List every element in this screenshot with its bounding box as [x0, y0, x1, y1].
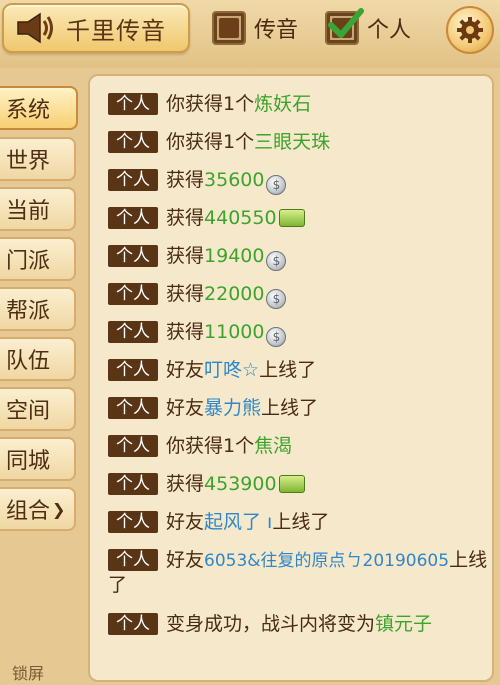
message-row: 个人 好友叮咚☆上线了 [108, 358, 488, 382]
personal-tag: 个人 [108, 321, 158, 343]
personal-tag: 个人 [108, 359, 158, 381]
tab-city[interactable]: 同城 [0, 437, 76, 481]
item-link[interactable]: 焦渴 [254, 435, 292, 457]
checkmark-icon [328, 8, 364, 38]
checkbox-chuanyin-label: 传音 [254, 18, 299, 43]
friend-link[interactable]: 6053&往复的原点ㄅ20190605 [204, 551, 449, 571]
message-row: 个人 获得453900 [108, 472, 488, 496]
chevron-right-icon: ❯ [52, 499, 66, 519]
personal-tag: 个人 [108, 549, 158, 571]
message-panel: 个人 你获得1个炼妖石 个人 你获得1个三眼天珠 个人 获得35600 $ 个人 获得44… [88, 74, 494, 682]
message-row: 个人 你获得1个炼妖石 [108, 92, 488, 116]
personal-tag: 个人 [108, 283, 158, 305]
message-row: 个人 获得440550 [108, 206, 488, 230]
tab-world[interactable]: 世界 [0, 137, 76, 181]
friend-link[interactable]: 叮咚☆ [204, 359, 259, 381]
checkbox-chuanyin-box[interactable] [212, 11, 246, 45]
horn-label: 千里传音 [66, 16, 166, 45]
message-row: 个人 你获得1个焦渴 [108, 434, 488, 458]
personal-tag: 个人 [108, 473, 158, 495]
personal-tag: 个人 [108, 397, 158, 419]
tab-system[interactable]: 系统 [0, 86, 78, 130]
message-row: 个人 变身成功，战斗内将变为镇元子 [108, 612, 488, 636]
tab-guild[interactable]: 帮派 [0, 287, 76, 331]
friend-link[interactable]: 暴力熊 [204, 397, 261, 419]
tab-combo[interactable]: 组合 ❯ [0, 487, 76, 531]
item-link[interactable]: 炼妖石 [254, 93, 311, 115]
coin-icon: $ [266, 327, 287, 347]
tab-current[interactable]: 当前 [0, 187, 76, 231]
horn-icon [12, 8, 56, 48]
coin-icon: $ [266, 289, 287, 309]
tab-sect[interactable]: 门派 [0, 237, 76, 281]
checkbox-geren[interactable]: 个人 [325, 8, 411, 48]
personal-tag: 个人 [108, 613, 158, 635]
message-row: 个人 好友起风了 ı上线了 [108, 510, 488, 534]
checkbox-geren-label: 个人 [367, 18, 412, 43]
personal-tag: 个人 [108, 245, 158, 267]
item-link[interactable]: 镇元子 [375, 613, 432, 635]
message-row: 个人 获得35600 $ [108, 168, 488, 195]
message-row: 个人 获得11000 $ [108, 320, 488, 347]
top-bar: 千里传音 传音 个人 [0, 0, 500, 68]
personal-tag: 个人 [108, 131, 158, 153]
message-row: 个人 好友6053&往复的原点ㄅ20190605上线了 [108, 549, 488, 596]
exp-icon [278, 475, 305, 493]
lock-screen-button[interactable]: 锁屏 [12, 660, 44, 684]
personal-tag: 个人 [108, 435, 158, 457]
personal-tag: 个人 [108, 207, 158, 229]
message-row: 个人 获得19400 $ [108, 244, 488, 271]
message-row: 个人 获得22000 $ [108, 282, 488, 309]
personal-tag: 个人 [108, 93, 158, 115]
coin-icon: $ [266, 175, 287, 195]
friend-link[interactable]: 起风了 ı [204, 511, 272, 533]
personal-tag: 个人 [108, 511, 158, 533]
message-row: 个人 好友暴力熊上线了 [108, 396, 488, 420]
horn-button[interactable]: 千里传音 [2, 3, 190, 53]
exp-icon [278, 209, 305, 227]
checkbox-chuanyin[interactable]: 传音 [212, 8, 298, 48]
message-row: 个人 你获得1个三眼天珠 [108, 130, 488, 154]
personal-tag: 个人 [108, 169, 158, 191]
checkbox-geren-box[interactable] [325, 8, 364, 45]
coin-icon: $ [266, 251, 287, 271]
tab-team[interactable]: 队伍 [0, 337, 76, 381]
tab-space[interactable]: 空间 [0, 387, 76, 431]
settings-button[interactable] [446, 6, 494, 54]
gear-icon [457, 17, 483, 43]
item-link[interactable]: 三眼天珠 [254, 131, 330, 153]
